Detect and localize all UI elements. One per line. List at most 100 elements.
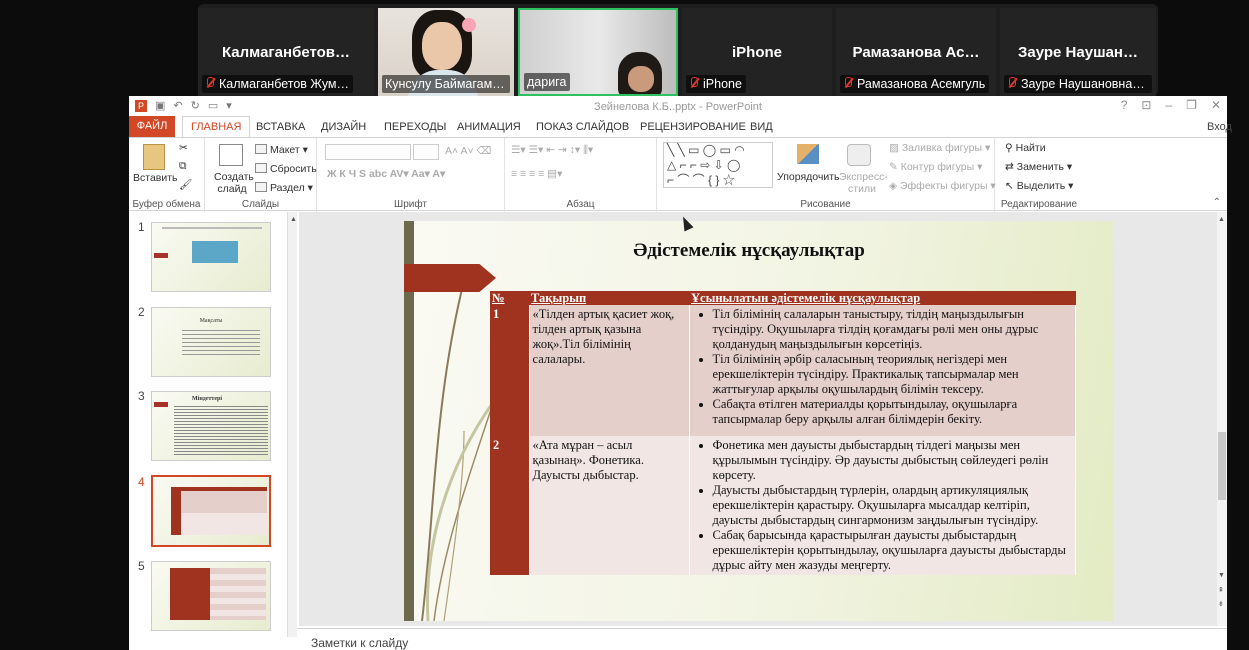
powerpoint-window: P ▣ ↶ ↻ ▭ ▾ Зейнелова К.Б..pptx - PowerP… (129, 96, 1232, 650)
participant-tile[interactable]: Рамазанова Ас… Рамазанова Асемгуль (836, 8, 996, 96)
scroll-down-icon[interactable]: ▼ (1218, 572, 1225, 579)
arrange-button[interactable]: Упорядочить (777, 171, 839, 183)
reset-button[interactable]: Сбросить (255, 163, 317, 175)
sign-in-link[interactable]: Вход (1207, 121, 1232, 133)
arrange-icon[interactable] (797, 144, 819, 164)
tab-slide-show[interactable]: ПОКАЗ СЛАЙДОВ (536, 121, 629, 133)
scroll-up-icon[interactable]: ▲ (1218, 216, 1225, 223)
shape-outline-button[interactable]: ✎ Контур фигуры ▾ (889, 161, 982, 173)
table-header-row: № Тақырып Ұсынылатын әдістемелік нұсқаул… (490, 291, 1076, 305)
tab-home[interactable]: ГЛАВНАЯ (182, 116, 251, 138)
slide-thumbnail[interactable]: Мақсаты (151, 307, 271, 377)
ribbon-tabs: ФАЙЛ ГЛАВНАЯ ВСТАВКА ДИЗАЙН ПЕРЕХОДЫ АНИ… (129, 116, 1232, 138)
slide-thumbnail[interactable] (151, 222, 271, 292)
tab-animations[interactable]: АНИМАЦИЯ (457, 121, 521, 133)
quick-styles-icon[interactable] (847, 144, 871, 166)
thumbnail-number: 5 (138, 559, 145, 573)
slide-scrollbar[interactable]: ▲ ▼ ⇞ ⇟ (1217, 212, 1227, 626)
clipboard-group-label: Буфер обмена (132, 199, 201, 210)
list-buttons[interactable]: ☰▾ ☰▾ ⇤ ⇥ ↕▾ ⫼▾ (511, 144, 593, 157)
tab-insert[interactable]: ВСТАВКА (256, 121, 305, 133)
find-button[interactable]: ⚲ Найти (1005, 142, 1046, 154)
paste-icon[interactable] (143, 144, 165, 170)
layout-button[interactable]: Макет ▾ (255, 144, 308, 156)
minimize-icon[interactable]: – (1165, 98, 1172, 112)
tab-file[interactable]: ФАЙЛ (129, 116, 175, 137)
title-bar: P ▣ ↶ ↻ ▭ ▾ Зейнелова К.Б..pptx - PowerP… (129, 96, 1227, 116)
title-arrow-shape (404, 264, 496, 292)
next-slide-icon[interactable]: ⇟ (1218, 600, 1224, 608)
thumbnail-table-row (181, 513, 267, 535)
tab-design[interactable]: ДИЗАЙН (321, 121, 366, 133)
mic-off-icon (1007, 77, 1017, 89)
slide-thumbnail-selected[interactable] (150, 474, 272, 548)
layout-icon (255, 144, 267, 154)
slide-title[interactable]: Әдістемелік нұсқаулықтар (554, 240, 944, 262)
paste-button[interactable]: Вставить (133, 172, 178, 184)
participant-tile[interactable]: iPhone iPhone (682, 8, 832, 96)
mic-off-icon (689, 77, 699, 89)
font-size-buttons[interactable]: A˄ A˅ ⌫ (445, 145, 491, 157)
thumbnail-table-row (181, 491, 267, 513)
participant-tile[interactable]: Кунсулу Баймагамбетова (378, 8, 514, 96)
drawing-group: ╲ ╲ ▭ ◯ ▭ ◠ △ ⌐ ⌐ ⇨ ⇩ ◯ ⌐ ⌒ ⌒ { } ☆ Упоряд… (657, 138, 996, 212)
shapes-gallery[interactable]: ╲ ╲ ▭ ◯ ▭ ◠ △ ⌐ ⌐ ⇨ ⇩ ◯ ⌐ ⌒ ⌒ { } ☆ (663, 142, 773, 188)
participant-tile[interactable]: Калмаганбетов… Калмаганбетов Жум… (198, 8, 374, 96)
thumbnail-table-row (210, 568, 266, 620)
scroll-up-icon[interactable]: ▲ (290, 216, 297, 223)
slide-thumbnail[interactable]: Міндеттері (151, 391, 271, 461)
scrollbar-thumb[interactable] (1218, 432, 1226, 500)
thumbnails-scrollbar[interactable]: ▲ (287, 212, 297, 637)
copy-icon[interactable]: ⧉ (179, 160, 187, 173)
previous-slide-icon[interactable]: ⇞ (1218, 586, 1224, 594)
participant-tile[interactable]: Зауре Наушан… Зауре Наушановна … (1000, 8, 1156, 96)
row-number: 1 (490, 305, 530, 436)
slide[interactable]: Әдістемелік нұсқаулықтар № Тақырып Ұсыны… (404, 221, 1113, 621)
mic-off-icon (843, 77, 853, 89)
tab-view[interactable]: ВИД (750, 121, 773, 133)
notes-pane[interactable]: Заметки к слайду (297, 628, 1227, 650)
new-slide-icon[interactable] (219, 144, 243, 166)
shape-effects-button[interactable]: ◈ Эффекты фигуры ▾ (889, 180, 996, 192)
thumbnail-number: 4 (138, 475, 145, 489)
replace-button[interactable]: ⇄ Заменить ▾ (1005, 161, 1072, 173)
ribbon: Вставить ✂ ⧉ 🖌 Буфер обмена Создать слай… (129, 137, 1227, 212)
cut-icon[interactable]: ✂ (179, 142, 188, 154)
select-button[interactable]: ↖ Выделить ▾ (1005, 180, 1073, 192)
binoculars-icon: ⚲ (1005, 142, 1013, 154)
thumbnail-text (182, 330, 260, 356)
guidelines-table[interactable]: № Тақырып Ұсынылатын әдістемелік нұсқаул… (490, 291, 1076, 575)
font-name-select[interactable] (325, 144, 411, 160)
participant-label: дарига (524, 73, 571, 91)
guideline-item: Тіл білімінің әрбір саласының теориялық … (713, 352, 1073, 397)
thumbnail-table-col (170, 568, 210, 620)
thumbnail-number: 3 (138, 389, 145, 403)
guideline-item: Сабақта өтілген материалды қорытындылау,… (713, 397, 1073, 427)
mic-off-icon (205, 77, 215, 89)
thumbnail-number: 2 (138, 305, 145, 319)
editing-group: ⚲ Найти ⇄ Заменить ▾ ↖ Выделить ▾ Редакт… (995, 138, 1083, 212)
participant-strip: Калмаганбетов… Калмаганбетов Жум… Кунсул… (198, 4, 1158, 96)
table-header-cell: Тақырып (529, 291, 689, 305)
participant-tile-active-speaker[interactable]: дарига (518, 8, 678, 96)
ribbon-options-icon[interactable]: ⊡ (1141, 98, 1151, 112)
new-slide-button[interactable]: Создать слайд (214, 171, 254, 195)
help-icon[interactable]: ? (1121, 98, 1128, 112)
section-icon (255, 182, 267, 192)
collapse-ribbon-icon[interactable]: ⌃ (1213, 197, 1221, 208)
font-format-buttons[interactable]: Ж К Ч S abc AV▾ Aa▾ A▾ (327, 168, 445, 180)
restore-icon[interactable]: ❐ (1186, 98, 1197, 112)
format-painter-icon[interactable]: 🖌 (179, 178, 192, 191)
clipboard-group: Вставить ✂ ⧉ 🖌 Буфер обмена (129, 138, 205, 212)
close-icon[interactable]: ✕ (1211, 98, 1221, 112)
tab-transitions[interactable]: ПЕРЕХОДЫ (384, 121, 446, 133)
quick-styles-button[interactable]: Экспресс-стили (839, 171, 888, 195)
paragraph-group: ☰▾ ☰▾ ⇤ ⇥ ↕▾ ⫼▾ ≡ ≡ ≡ ≡ ▤▾ Абзац (505, 138, 657, 212)
shape-fill-button[interactable]: ▨ Заливка фигуры ▾ (889, 142, 990, 154)
slide-thumbnail[interactable] (151, 561, 271, 631)
thumbnail-image (192, 241, 238, 263)
align-buttons[interactable]: ≡ ≡ ≡ ≡ ▤▾ (511, 168, 562, 180)
section-button[interactable]: Раздел ▾ (255, 182, 313, 194)
tab-review[interactable]: РЕЦЕНЗИРОВАНИЕ (640, 121, 746, 133)
font-size-select[interactable] (413, 144, 439, 160)
